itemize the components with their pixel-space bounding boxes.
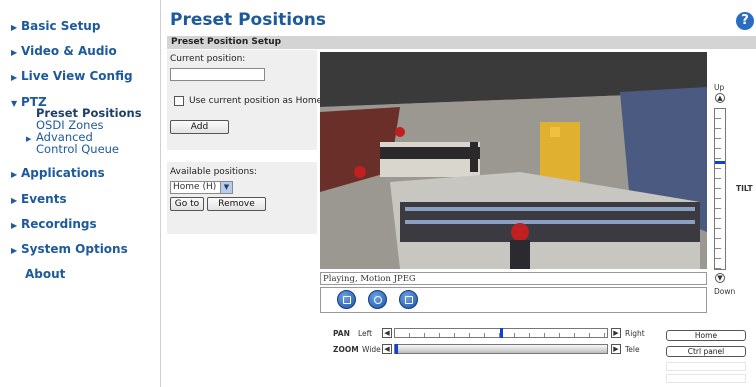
pan-right-arrow-icon[interactable]: ▶: [611, 328, 621, 338]
nav-label: Basic Setup: [21, 19, 101, 33]
empty-slot: [666, 374, 746, 383]
chevron-down-icon: ▼: [11, 99, 18, 108]
nav-about[interactable]: About: [25, 267, 65, 281]
nav-label: Events: [21, 192, 67, 206]
nav-recordings[interactable]: ▶ Recordings: [11, 217, 97, 231]
tilt-marker[interactable]: [715, 161, 725, 164]
sidebar: ▶ Basic Setup ▶ Video & Audio ▶ Live View C…: [0, 0, 161, 387]
current-position-label: Current position:: [170, 54, 246, 64]
zoom-in-arrow-icon[interactable]: ▶: [611, 344, 621, 354]
chevron-down-icon: ▼: [220, 182, 232, 193]
chevron-right-icon: ▶: [11, 196, 18, 205]
video-status-text: Playing, Motion JPEG: [323, 274, 416, 284]
available-positions-select[interactable]: Home (H) ▼: [170, 181, 233, 194]
nav-live-view-config[interactable]: ▶ Live View Config: [11, 69, 133, 83]
pan-left-label: Left: [358, 329, 373, 338]
snapshot-button[interactable]: [368, 290, 387, 309]
help-icon[interactable]: ?: [736, 12, 754, 30]
nav-control-queue[interactable]: Control Queue: [36, 143, 119, 155]
nav-video-audio[interactable]: ▶ Video & Audio: [11, 44, 117, 58]
section-header: Preset Position Setup: [167, 36, 756, 49]
chevron-right-icon: ▶: [11, 170, 18, 179]
use-current-as-home-label: Use current position as Home: [189, 96, 323, 106]
add-button[interactable]: Add: [170, 120, 229, 134]
tilt-down-arrow-icon[interactable]: ▼: [715, 273, 725, 283]
nav-label: Applications: [21, 166, 105, 180]
tilt-down-label: Down: [714, 287, 736, 296]
stop-button[interactable]: [337, 290, 356, 309]
video-status-bar: Playing, Motion JPEG: [320, 272, 707, 285]
zoom-label: ZOOM: [333, 345, 359, 354]
tilt-up-label: Up: [714, 83, 725, 92]
nav-label: Video & Audio: [21, 44, 117, 58]
ctrl-panel-button[interactable]: Ctrl panel: [666, 346, 746, 357]
nav-label: System Options: [21, 242, 128, 256]
pan-left-arrow-icon[interactable]: ◀: [382, 328, 392, 338]
available-positions-label: Available positions:: [170, 167, 257, 177]
zoom-out-arrow-icon[interactable]: ◀: [382, 344, 392, 354]
chevron-right-icon: ▶: [26, 135, 32, 143]
chevron-right-icon: ▶: [11, 48, 18, 57]
remove-button[interactable]: Remove: [207, 197, 266, 211]
tilt-slider[interactable]: [714, 108, 726, 270]
home-button[interactable]: Home: [666, 330, 746, 341]
pan-marker[interactable]: [500, 328, 503, 338]
pan-slider[interactable]: [394, 328, 608, 338]
video-control-bar: [320, 287, 707, 313]
use-current-as-home-checkbox[interactable]: [174, 96, 184, 106]
nav-basic-setup[interactable]: ▶ Basic Setup: [11, 19, 100, 33]
tilt-ticks: [715, 109, 721, 269]
pan-label: PAN: [333, 329, 350, 338]
live-video[interactable]: [320, 52, 707, 269]
nav-system-options[interactable]: ▶ System Options: [11, 242, 128, 256]
chevron-right-icon: ▶: [11, 23, 18, 32]
zoom-tele-label: Tele: [625, 345, 640, 354]
nav-events[interactable]: ▶ Events: [11, 192, 67, 206]
pan-right-label: Right: [625, 329, 645, 338]
zoom-wide-label: Wide: [362, 345, 381, 354]
available-positions-selected: Home (H): [173, 182, 217, 192]
chevron-right-icon: ▶: [11, 246, 18, 255]
section-title: Preset Position Setup: [171, 37, 282, 47]
zoom-slider[interactable]: [394, 344, 608, 354]
chevron-right-icon: ▶: [11, 73, 18, 82]
tilt-up-arrow-icon[interactable]: ▲: [715, 93, 725, 103]
nav-label: Live View Config: [21, 69, 133, 83]
empty-slot: [666, 362, 746, 371]
camera-icon: [374, 296, 382, 304]
nav-label: Recordings: [21, 217, 97, 231]
view-full-button[interactable]: [399, 290, 418, 309]
tilt-axis-label: TILT: [736, 184, 753, 193]
goto-button[interactable]: Go to: [170, 197, 204, 211]
current-position-input[interactable]: [170, 68, 265, 81]
nav-label: About: [25, 267, 66, 281]
video-frame: [320, 52, 707, 269]
page-title: Preset Positions: [170, 10, 327, 30]
stop-icon: [343, 296, 351, 304]
nav-applications[interactable]: ▶ Applications: [11, 166, 105, 180]
fullscreen-icon: [405, 296, 413, 304]
zoom-marker[interactable]: [395, 344, 398, 354]
chevron-right-icon: ▶: [11, 221, 18, 230]
